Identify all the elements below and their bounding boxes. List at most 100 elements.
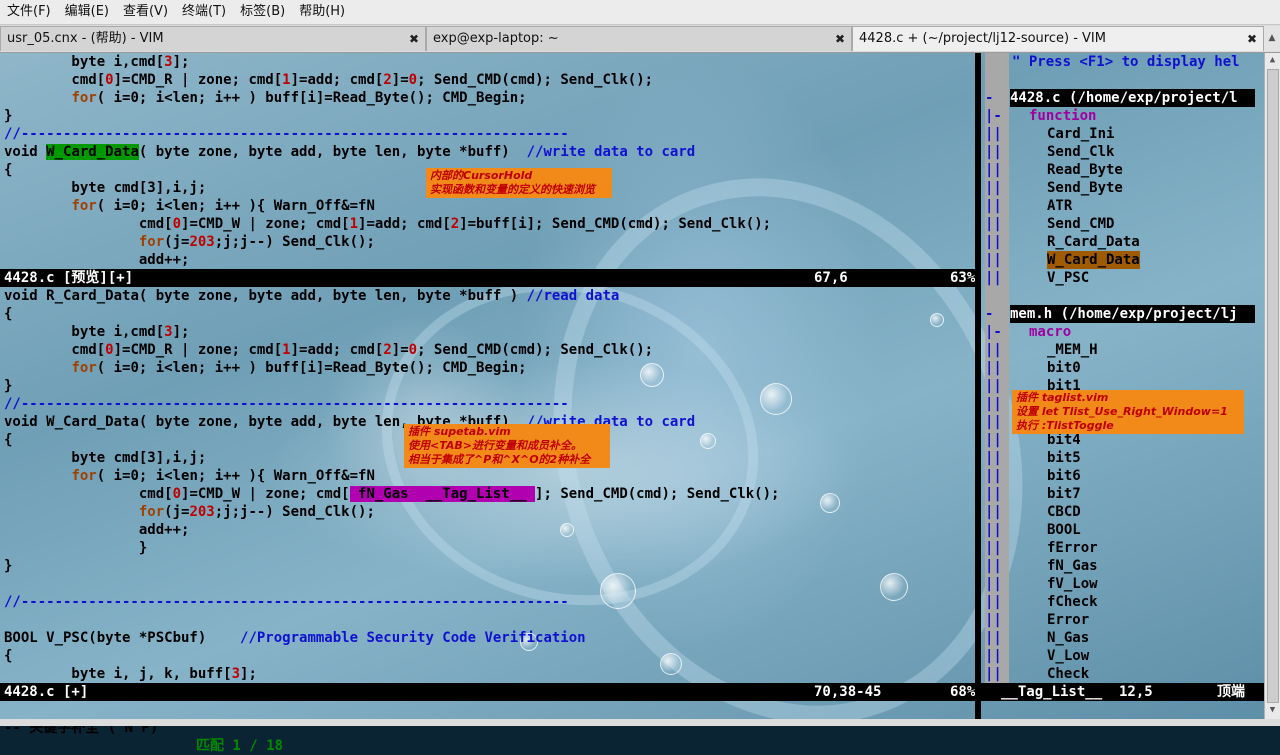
menu-edit[interactable]: 编辑(E) — [58, 0, 116, 24]
completion-popup[interactable]: fN_Gas __Tag_List__ — [349, 486, 536, 502]
fold-marker: - — [985, 90, 994, 106]
code-line: byte i,cmd[3]; — [4, 324, 190, 340]
fold-marker: || — [985, 162, 1002, 178]
close-icon[interactable]: ✖ — [1247, 27, 1257, 51]
taglist-item[interactable]: N_Gas — [1047, 629, 1089, 647]
close-icon[interactable]: ✖ — [409, 27, 419, 51]
code-line: for( i=0; i<len; i++ ) buff[i]=Read_Byte… — [71, 360, 527, 376]
tab-scroll-arrow-icon[interactable]: ▲ — [1263, 26, 1280, 51]
taglist-file-header[interactable]: 4428.c (/home/exp/project/l — [1010, 89, 1255, 107]
taglist-item[interactable]: bit5 — [1047, 449, 1081, 467]
fold-marker: || — [985, 126, 1002, 142]
fold-marker: || — [985, 648, 1002, 664]
fold-marker: || — [985, 270, 1002, 286]
status-percent: 68% — [950, 684, 976, 700]
taglist-item[interactable]: R_Card_Data — [1047, 233, 1140, 251]
upper-status-line: 4428.c [预览][+] 67,6 63% — [0, 269, 975, 287]
code-line: add++; — [4, 252, 190, 268]
code-line: byte cmd[3],i,j; — [4, 450, 207, 466]
fold-marker: || — [985, 144, 1002, 160]
status-filename: __Tag_List__ — [1001, 684, 1103, 700]
taglist-item[interactable]: _MEM_H — [1047, 341, 1098, 359]
fold-marker: || — [985, 450, 1002, 466]
fold-marker: || — [985, 360, 1002, 376]
tab-usr05[interactable]: usr_05.cnx - (帮助) - VIM ✖ — [0, 26, 426, 51]
fold-marker: || — [985, 216, 1002, 232]
code-line: cmd[0]=CMD_W | zone; cmd[1]=add; cmd[2]=… — [4, 216, 772, 232]
tab-label: 4428.c + (~/project/lj12-source) - VIM — [859, 31, 1106, 46]
taglist-item[interactable]: BOOL — [1047, 521, 1081, 539]
taglist-item[interactable]: ATR — [1047, 197, 1072, 215]
taglist-item[interactable]: bit6 — [1047, 467, 1081, 485]
vim-command-line[interactable]: -- 关键字补全 (^N^P) 匹配 1 / 18 — [0, 701, 1264, 754]
tab-exp-laptop[interactable]: exp@exp-laptop: ~ ✖ — [426, 26, 852, 51]
taglist-status-line: __Tag_List__ 12,5 顶端 — [981, 683, 1264, 701]
code-separator: //--------------------------------------… — [4, 396, 569, 412]
code-line: void W_Card_Data( byte zone, byte add, b… — [4, 144, 696, 160]
taglist-item[interactable]: fN_Gas — [1047, 557, 1098, 575]
status-filename: 4428.c [预览][+] — [4, 270, 134, 286]
scroll-down-icon[interactable]: ▼ — [1265, 703, 1280, 717]
terminal-area[interactable]: byte i,cmd[3]; cmd[0]=CMD_R | zone; cmd[… — [0, 53, 1264, 719]
code-line: for(j=203;j;j--) Send_Clk(); — [138, 504, 375, 520]
fold-marker: || — [985, 576, 1002, 592]
taglist-item[interactable]: Send_Byte — [1047, 179, 1123, 197]
tab-4428c[interactable]: 4428.c + (~/project/lj12-source) - VIM ✖ — [852, 26, 1264, 51]
taglist-item[interactable]: fCheck — [1047, 593, 1098, 611]
code-line: cmd[0]=CMD_R | zone; cmd[1]=add; cmd[2]=… — [4, 342, 654, 358]
taglist-item[interactable]: fV_Low — [1047, 575, 1098, 593]
function-name-highlight: W_Card_Data — [46, 144, 139, 160]
menu-terminal[interactable]: 终端(T) — [175, 0, 233, 24]
taglist-item[interactable]: V_Low — [1047, 647, 1089, 665]
code-line: BOOL V_PSC(byte *PSCbuf) //Programmable … — [4, 630, 586, 646]
taglist-item[interactable]: V_PSC — [1047, 269, 1089, 287]
editor-left-pane[interactable]: byte i,cmd[3]; cmd[0]=CMD_R | zone; cmd[… — [0, 53, 975, 719]
code-line-cursor[interactable]: cmd[0]=CMD_W | zone; cmd[ fN_Gas __Tag_L… — [4, 485, 779, 503]
status-position: 67,6 — [814, 270, 848, 286]
code-line: { — [4, 648, 13, 664]
taglist-item[interactable]: fError — [1047, 539, 1098, 557]
scroll-up-icon[interactable]: ▲ — [1265, 53, 1280, 67]
taglist-item[interactable]: Error — [1047, 611, 1089, 629]
taglist-item[interactable]: Send_CMD — [1047, 215, 1114, 233]
code-line: byte cmd[3],i,j; — [4, 180, 207, 196]
code-line: byte i,cmd[3]; — [4, 54, 190, 70]
taglist-item[interactable]: Send_Clk — [1047, 143, 1114, 161]
taglist-pane[interactable]: " Press <F1> to display hel - 4428.c (/h… — [981, 53, 1264, 719]
window-bottom-edge — [0, 719, 1280, 726]
fold-marker: || — [985, 234, 1002, 250]
fold-marker: || — [985, 522, 1002, 538]
taglist-group[interactable]: function — [1029, 107, 1096, 125]
menu-tabs[interactable]: 标签(B) — [233, 0, 292, 24]
taglist-group[interactable]: macro — [1029, 323, 1071, 341]
menu-view[interactable]: 查看(V) — [116, 0, 175, 24]
status-position: 70,38-45 — [814, 684, 882, 700]
menu-help[interactable]: 帮助(H) — [292, 0, 352, 24]
taglist-file-header[interactable]: mem.h (/home/exp/project/lj — [1010, 305, 1255, 323]
taglist-item[interactable]: Read_Byte — [1047, 161, 1123, 179]
taglist-item[interactable]: Card_Ini — [1047, 125, 1114, 143]
taglist-item[interactable]: bit0 — [1047, 359, 1081, 377]
taglist-item[interactable]: CBCD — [1047, 503, 1081, 521]
fold-marker: || — [985, 486, 1002, 502]
fold-marker: || — [985, 594, 1002, 610]
taglist-item[interactable]: Check — [1047, 665, 1089, 683]
code-line: } — [4, 540, 148, 556]
fold-marker: |- — [985, 108, 1002, 124]
code-line: } — [4, 108, 13, 124]
menu-bar: 文件(F) 编辑(E) 查看(V) 终端(T) 标签(B) 帮助(H) — [0, 0, 1280, 25]
taglist-item[interactable]: bit7 — [1047, 485, 1081, 503]
fold-marker: || — [985, 198, 1002, 214]
status-percent: 63% — [950, 270, 976, 286]
fold-marker: || — [985, 540, 1002, 556]
code-line: } — [4, 378, 13, 394]
fold-marker: || — [985, 378, 1002, 394]
scrollbar-thumb[interactable] — [1267, 69, 1279, 703]
menu-file[interactable]: 文件(F) — [0, 0, 58, 24]
close-icon[interactable]: ✖ — [835, 27, 845, 51]
taglist-item-selected[interactable]: W_Card_Data — [1047, 251, 1140, 269]
terminal-scrollbar[interactable]: ▲ ▼ — [1264, 53, 1280, 719]
code-line: for( i=0; i<len; i++ ) buff[i]=Read_Byte… — [71, 90, 527, 106]
tab-bar: usr_05.cnx - (帮助) - VIM ✖ exp@exp-laptop… — [0, 25, 1280, 53]
annotation-cursorhold: 内部的CursorHold 实现函数和变量的定义的快速浏览 — [426, 168, 612, 198]
